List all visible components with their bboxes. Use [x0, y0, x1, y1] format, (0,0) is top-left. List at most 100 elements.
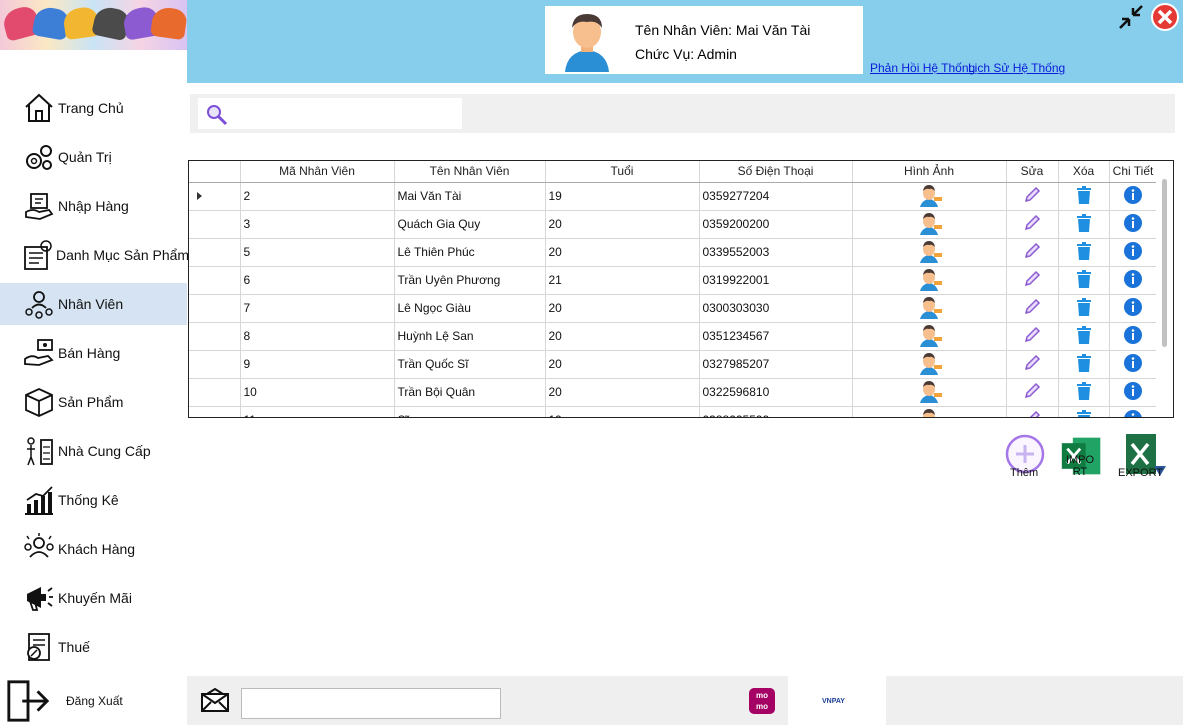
row-header[interactable] — [189, 182, 241, 211]
cell-phone[interactable]: 0388225599 — [699, 406, 853, 417]
detail-button[interactable] — [1109, 266, 1158, 295]
cell-employee-id[interactable]: 9 — [240, 350, 395, 379]
col-detail[interactable]: Chi Tiết — [1109, 161, 1158, 183]
cell-image[interactable] — [852, 322, 1007, 351]
cell-age[interactable]: 20 — [545, 210, 700, 239]
cell-employee-name[interactable]: Lê Ngọc Giàu — [394, 294, 546, 323]
cell-age[interactable]: 20 — [545, 238, 700, 267]
cell-employee-name[interactable]: Trần Uyên Phương — [394, 266, 546, 295]
sidebar-item-3[interactable]: Nhập Hàng — [0, 185, 187, 227]
row-header[interactable] — [189, 294, 241, 323]
cell-age[interactable]: 19 — [545, 182, 700, 211]
cell-phone[interactable]: 0351234567 — [699, 322, 853, 351]
cell-employee-id[interactable]: 8 — [240, 322, 395, 351]
cell-image[interactable] — [852, 210, 1007, 239]
delete-button[interactable] — [1058, 322, 1110, 351]
cell-age[interactable]: 20 — [545, 350, 700, 379]
delete-button[interactable] — [1058, 350, 1110, 379]
cell-employee-id[interactable]: 7 — [240, 294, 395, 323]
edit-button[interactable] — [1006, 182, 1059, 211]
logout-button[interactable]: Đăng Xuất — [0, 676, 187, 725]
close-icon[interactable] — [1150, 2, 1180, 32]
sidebar-item-7[interactable]: Sản Phẩm — [0, 381, 187, 423]
sidebar-item-12[interactable]: Thuế — [0, 626, 187, 668]
cell-employee-name[interactable]: Trần Quốc Sĩ — [394, 350, 546, 379]
cell-employee-name[interactable]: Mai Văn Tài — [394, 182, 546, 211]
row-header[interactable] — [189, 350, 241, 379]
edit-button[interactable] — [1006, 378, 1059, 407]
detail-button[interactable] — [1109, 322, 1158, 351]
row-header[interactable] — [189, 238, 241, 267]
cell-employee-id[interactable]: 10 — [240, 378, 395, 407]
edit-button[interactable] — [1006, 406, 1059, 417]
cell-employee-name[interactable]: Trần Bội Quân — [394, 378, 546, 407]
table-row[interactable]: 3 Quách Gia Quy 20 0359200200 — [189, 210, 1158, 239]
detail-button[interactable] — [1109, 350, 1158, 379]
edit-button[interactable] — [1006, 266, 1059, 295]
cell-image[interactable] — [852, 182, 1007, 211]
detail-button[interactable] — [1109, 238, 1158, 267]
delete-button[interactable] — [1058, 294, 1110, 323]
table-row[interactable]: 2 Mai Văn Tài 19 0359277204 — [189, 182, 1158, 211]
cell-phone[interactable]: 0339552003 — [699, 238, 853, 267]
delete-button[interactable] — [1058, 182, 1110, 211]
cell-phone[interactable]: 0322596810 — [699, 378, 853, 407]
sidebar-item-11[interactable]: Khuyến Mãi — [0, 577, 187, 619]
delete-button[interactable] — [1058, 378, 1110, 407]
table-row[interactable]: 9 Trần Quốc Sĩ 20 0327985207 — [189, 350, 1158, 379]
cell-employee-name[interactable]: Quách Gia Quy — [394, 210, 546, 239]
table-row[interactable]: 11Sĩ190388225599 — [189, 406, 1158, 417]
sidebar-item-9[interactable]: Thống Kê — [0, 479, 187, 521]
col-phone[interactable]: Số Điện Thoại — [699, 161, 853, 183]
row-header[interactable] — [189, 378, 241, 407]
cell-phone[interactable]: 0359277204 — [699, 182, 853, 211]
detail-button[interactable] — [1109, 378, 1158, 407]
row-header[interactable] — [189, 406, 241, 417]
restore-icon[interactable] — [1116, 2, 1146, 32]
col-employee-id[interactable]: Mã Nhân Viên — [240, 161, 395, 183]
delete-button[interactable] — [1058, 406, 1110, 417]
cell-phone[interactable]: 0327985207 — [699, 350, 853, 379]
row-header[interactable] — [189, 322, 241, 351]
cell-image[interactable] — [852, 378, 1007, 407]
delete-button[interactable] — [1058, 210, 1110, 239]
sidebar-item-1[interactable]: Trang Chủ — [0, 87, 187, 129]
cell-image[interactable] — [852, 406, 1007, 417]
edit-button[interactable] — [1006, 238, 1059, 267]
edit-button[interactable] — [1006, 350, 1059, 379]
cell-employee-id[interactable]: 6 — [240, 266, 395, 295]
message-input[interactable] — [241, 688, 501, 719]
cell-phone[interactable]: 0359200200 — [699, 210, 853, 239]
cell-age[interactable]: 20 — [545, 322, 700, 351]
cell-image[interactable] — [852, 238, 1007, 267]
cell-age[interactable]: 21 — [545, 266, 700, 295]
col-age[interactable]: Tuổi — [545, 161, 700, 183]
cell-employee-id[interactable]: 5 — [240, 238, 395, 267]
history-link[interactable]: Lịch Sử Hệ Thống — [968, 61, 1065, 75]
mail-icon[interactable] — [201, 688, 229, 712]
col-employee-name[interactable]: Tên Nhân Viên — [394, 161, 546, 183]
sidebar-item-5[interactable]: Nhân Viên — [0, 283, 187, 325]
col-edit[interactable]: Sửa — [1006, 161, 1059, 183]
detail-button[interactable] — [1109, 294, 1158, 323]
cell-phone[interactable]: 0300303030 — [699, 294, 853, 323]
cell-employee-id[interactable]: 2 — [240, 182, 395, 211]
table-row[interactable]: 8 Huỳnh Lệ San 20 0351234567 — [189, 322, 1158, 351]
delete-button[interactable] — [1058, 266, 1110, 295]
row-header[interactable] — [189, 210, 241, 239]
sidebar-item-10[interactable]: Khách Hàng — [0, 528, 187, 570]
sidebar-item-8[interactable]: Nhà Cung Cấp — [0, 430, 187, 472]
cell-age[interactable]: 20 — [545, 294, 700, 323]
cell-image[interactable] — [852, 350, 1007, 379]
cell-employee-id[interactable]: 11 — [240, 406, 395, 417]
table-row[interactable]: 5 Lê Thiên Phúc 20 0339552003 — [189, 238, 1158, 267]
edit-button[interactable] — [1006, 294, 1059, 323]
cell-age[interactable]: 20 — [545, 378, 700, 407]
vertical-scrollbar[interactable] — [1156, 161, 1173, 417]
delete-button[interactable] — [1058, 238, 1110, 267]
detail-button[interactable] — [1109, 182, 1158, 211]
col-image[interactable]: Hình Ảnh — [852, 161, 1007, 183]
cell-image[interactable] — [852, 266, 1007, 295]
table-row[interactable]: 6 Trần Uyên Phương 21 0319922001 — [189, 266, 1158, 295]
edit-button[interactable] — [1006, 210, 1059, 239]
